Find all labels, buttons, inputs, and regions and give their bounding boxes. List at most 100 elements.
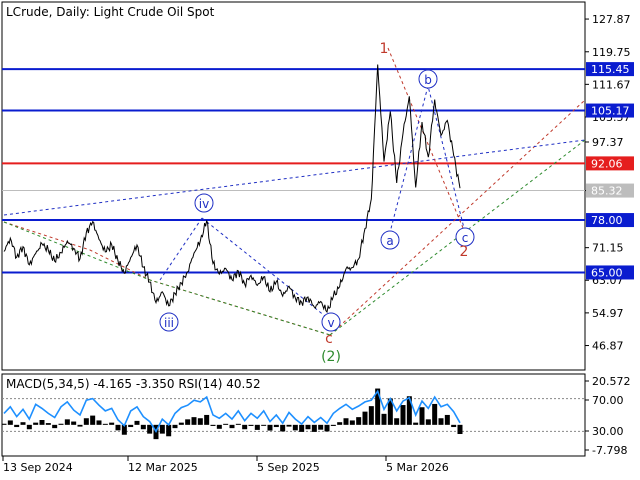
macd-bar (400, 405, 406, 425)
macd-bar (381, 413, 387, 425)
macd-bar (330, 424, 336, 426)
macd-bar (102, 423, 108, 425)
macd-bar (273, 424, 279, 428)
time-tick-label: 5 Mar 2026 (386, 461, 449, 474)
macd-bar (115, 424, 121, 431)
macd-bar (457, 424, 463, 435)
wave-label: a (386, 234, 393, 248)
level-tag-label: 85.32 (591, 185, 623, 198)
macd-bar (7, 420, 13, 425)
level-tag-label: 92.06 (591, 157, 623, 170)
wave-label: 2 (460, 244, 469, 260)
indicator-axis: 20.572 70.00 30.00 -7.798 (585, 375, 631, 457)
macd-bar (299, 424, 305, 432)
macd-bar (451, 424, 457, 428)
macd-bar (58, 423, 64, 425)
chart-canvas: LCrude, Daily: Light Crude Oil Spot MACD… (1, 1, 634, 474)
macd-bar (356, 417, 362, 425)
macd-bar (318, 424, 324, 430)
time-tick-label: 13 Sep 2024 (3, 461, 73, 474)
macd-bar (444, 414, 450, 425)
macd-bar (280, 424, 286, 432)
macd-bar (438, 418, 444, 425)
price-tick-label: 119.75 (592, 46, 631, 59)
level-tag-label: 65.00 (591, 266, 623, 279)
macd-bar (96, 420, 102, 425)
time-tick-label: 12 Mar 2025 (128, 461, 198, 474)
macd-bar (185, 419, 191, 425)
macd-bar (267, 424, 273, 431)
wave-label: 1 (380, 41, 389, 57)
macd-bar (83, 418, 89, 425)
indicator-tick-label: 20.572 (592, 375, 631, 388)
level-tag-label: 115.45 (591, 63, 630, 76)
price-tick-label: 71.15 (592, 242, 624, 255)
price-tick-label: 54.97 (592, 307, 624, 320)
macd-bar (159, 424, 165, 434)
macd-bar (242, 424, 248, 430)
macd-bar (128, 424, 134, 428)
macd-bar (64, 419, 70, 425)
macd-bar (324, 424, 330, 432)
macd-bar (39, 420, 45, 425)
wave-label: iv (199, 197, 209, 211)
macd-bar (235, 423, 241, 425)
indicator-tick-label: 30.00 (592, 425, 624, 438)
macd-bar (305, 424, 311, 430)
macd-bar (223, 423, 229, 425)
macd-bar (292, 424, 298, 431)
indicator-tick-label: 70.00 (592, 394, 624, 407)
macd-bar (134, 420, 140, 425)
macd-bar (26, 424, 32, 430)
macd-bar (210, 424, 216, 426)
macd-bar (33, 422, 39, 425)
wave-label: c (325, 331, 333, 347)
macd-bar (172, 424, 178, 429)
macd-bar (77, 424, 83, 427)
price-tick-label: 97.37 (592, 136, 624, 149)
macd-bar (197, 418, 203, 425)
macd-bar (191, 417, 197, 425)
level-tag-label: 78.00 (591, 214, 623, 227)
macd-bar (311, 424, 317, 432)
wave-label: c (462, 231, 469, 245)
macd-bar (362, 411, 368, 425)
price-tick-label: 46.87 (592, 340, 624, 353)
macd-bar (147, 424, 153, 434)
wave-label: (2) (321, 349, 341, 365)
macd-bar (14, 424, 20, 428)
macd-bar (71, 421, 77, 425)
macd-bar (1, 423, 7, 425)
chart-title: LCrude, Daily: Light Crude Oil Spot (6, 5, 215, 19)
macd-bar (368, 406, 374, 425)
macd-bar (178, 422, 184, 425)
indicator-tick-label: -7.798 (592, 444, 627, 457)
price-tick-label: 111.67 (592, 78, 631, 91)
wave-label: iii (164, 316, 174, 330)
macd-bar (419, 407, 425, 425)
macd-bar (337, 422, 343, 425)
macd-bar (20, 422, 26, 425)
macd-bar (45, 423, 51, 425)
macd-bar (229, 424, 235, 429)
time-tick-label: 5 Sep 2025 (257, 461, 320, 474)
macd-bar (286, 424, 292, 427)
price-tick-label: 127.87 (592, 13, 631, 26)
macd-bar (52, 424, 58, 429)
indicator-title: MACD(5,34,5) -4.165 -3.350 RSI(14) 40.52 (6, 377, 261, 391)
price-pane-frame (1, 1, 586, 371)
macd-bar (140, 424, 146, 430)
macd-bar (343, 418, 349, 425)
macd-bar (425, 419, 431, 425)
macd-bar (261, 424, 267, 426)
macd-bar (254, 424, 260, 430)
wave-label: v (327, 316, 334, 330)
macd-bar (248, 424, 254, 426)
price-axis: 127.87119.75111.67103.5797.3785.3271.156… (585, 13, 634, 353)
macd-bar (204, 414, 210, 425)
macd-bar (394, 418, 400, 425)
macd-bar (349, 420, 355, 425)
macd-bar (432, 403, 438, 425)
macd-bar (216, 424, 222, 429)
macd-bar (166, 424, 172, 437)
